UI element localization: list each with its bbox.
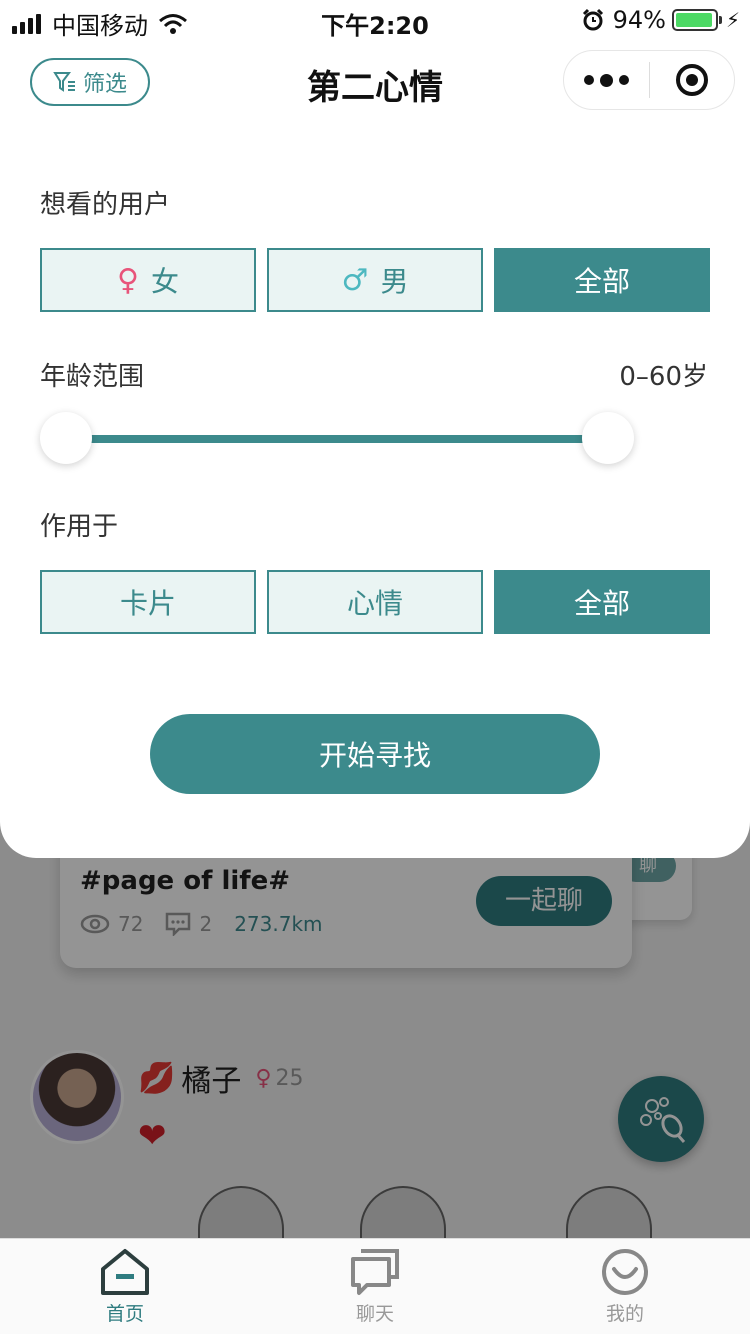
apply-card-option[interactable]: 卡片	[40, 570, 256, 634]
miniprogram-capsule	[563, 50, 735, 110]
tab-chat[interactable]: 聊天	[250, 1239, 500, 1334]
apply-mood-label: 心情	[346, 587, 403, 620]
target-icon	[675, 64, 708, 96]
profile-icon	[602, 1249, 648, 1295]
slider-track	[66, 435, 608, 443]
battery-icon	[671, 9, 722, 31]
age-range-slider[interactable]	[40, 410, 634, 466]
gender-all-label: 全部	[573, 265, 630, 298]
status-bar: 中国移动 下午2:20 94% ⚡	[0, 0, 750, 40]
start-search-button[interactable]: 开始寻找	[150, 714, 600, 794]
tab-home[interactable]: 首页	[0, 1239, 250, 1334]
apply-all-label: 全部	[573, 587, 630, 620]
gender-female-option[interactable]: ♀ 女	[40, 248, 256, 312]
close-miniprogram-button[interactable]	[650, 62, 734, 98]
apply-card-label: 卡片	[119, 587, 176, 620]
charging-icon: ⚡	[725, 8, 740, 32]
home-icon	[101, 1249, 149, 1295]
apply-label: 作用于	[40, 512, 119, 542]
tab-profile[interactable]: 我的	[500, 1239, 750, 1334]
more-icon	[584, 75, 594, 85]
filter-panel: 中国移动 下午2:20 94% ⚡ 筛选 第二心情 想看的用户 ♀ 女 ♂ 男 …	[0, 0, 750, 858]
tab-chat-label: 聊天	[355, 1303, 394, 1325]
alarm-icon	[582, 8, 603, 31]
gender-options: ♀ 女 ♂ 男 全部	[40, 248, 710, 312]
gender-male-label: 男	[380, 265, 409, 298]
gender-female-label: 女	[150, 265, 179, 298]
tab-bar: 首页 聊天 我的	[0, 1238, 750, 1334]
battery-percent: 94%	[612, 6, 666, 34]
more-button[interactable]	[564, 73, 649, 87]
slider-min-thumb[interactable]	[40, 412, 92, 464]
apply-all-option[interactable]: 全部	[494, 570, 710, 634]
gender-male-option[interactable]: ♂ 男	[267, 248, 483, 312]
age-label: 年龄范围	[40, 362, 145, 392]
gender-all-option[interactable]: 全部	[494, 248, 710, 312]
chat-icon	[351, 1249, 399, 1295]
male-icon: ♂	[341, 262, 369, 298]
female-icon: ♀	[117, 262, 139, 298]
slider-max-thumb[interactable]	[582, 412, 634, 464]
tab-home-label: 首页	[105, 1303, 144, 1325]
apply-options: 卡片 心情 全部	[40, 570, 710, 634]
age-range-value: 0–60岁	[619, 362, 708, 392]
users-label: 想看的用户	[40, 190, 171, 220]
apply-mood-option[interactable]: 心情	[267, 570, 483, 634]
tab-profile-label: 我的	[605, 1303, 644, 1325]
